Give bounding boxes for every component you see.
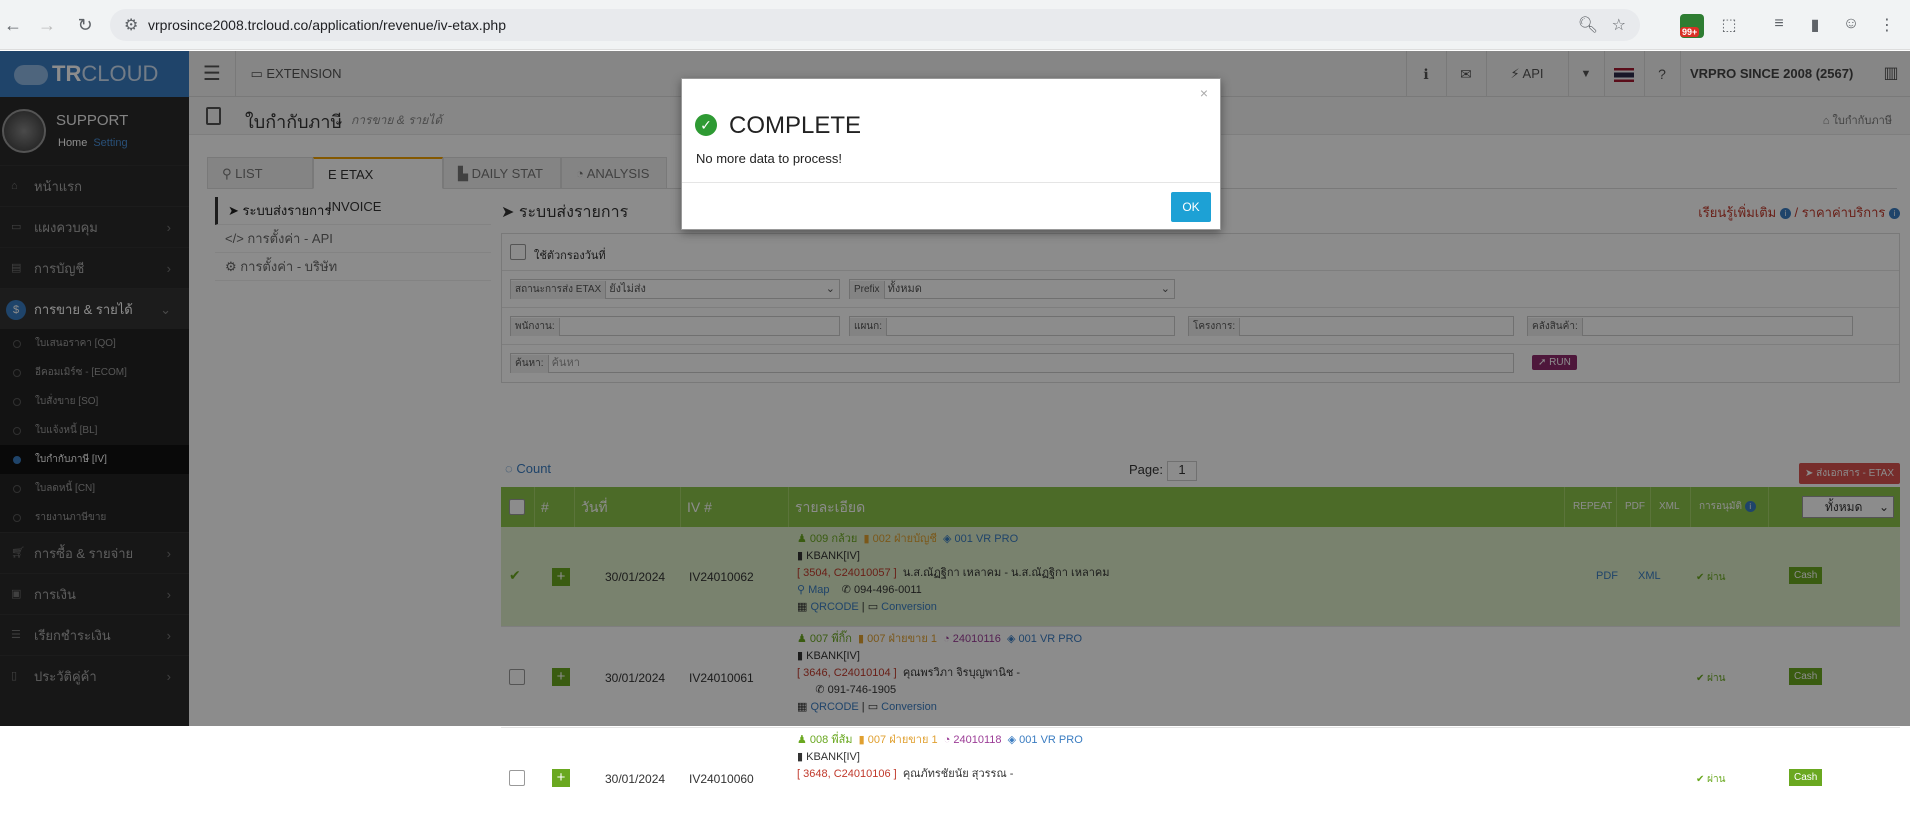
row-checkbox[interactable] (509, 770, 525, 786)
expand-plus-button[interactable]: + (552, 769, 570, 787)
cube-icon: ◈ (1007, 734, 1020, 746)
browser-toolbar: ← → ↻ ⚙ vrprosince2008.trcloud.co/applic… (0, 0, 1910, 50)
ok-button[interactable]: OK (1171, 192, 1211, 222)
book-icon: ▮ (858, 734, 868, 746)
profile-avatar-icon[interactable]: ☺ (1840, 15, 1862, 37)
check-circle-icon: ✓ (695, 114, 717, 136)
extension-badge-icon[interactable]: 99+ (1680, 14, 1704, 38)
extensions-puzzle-icon[interactable]: ⬚ (1718, 15, 1740, 37)
dialog-message: No more data to process! (696, 151, 842, 166)
url-text: vrprosince2008.trcloud.co/application/re… (148, 17, 506, 33)
media-icon[interactable]: ≡ (1768, 15, 1790, 37)
bookmark-star-icon[interactable]: ☆ (1612, 15, 1626, 35)
dialog-title: COMPLETE (729, 112, 862, 139)
back-icon[interactable]: ← (2, 14, 24, 36)
pie-icon: ◔ (943, 734, 954, 746)
side-panel-icon[interactable]: ▮ (1804, 15, 1826, 37)
approval-status: ✔ ผ่าน (1696, 774, 1726, 785)
row-detail: ♟ 008 พี่ส้ม ▮ 007 ฝ่ายขาย 1 ◔ 24010118 … (797, 734, 1083, 780)
reload-icon[interactable]: ↻ (74, 14, 96, 36)
kebab-menu-icon[interactable]: ⋮ (1876, 15, 1898, 37)
site-info-icon[interactable]: ⚙ (124, 15, 138, 35)
bank-icon: ▮ (797, 751, 807, 763)
table-row[interactable]: + 30/01/2024 IV24010060 ♟ 008 พี่ส้ม ▮ 0… (501, 728, 1900, 826)
complete-dialog: × ✓ COMPLETE No more data to process! OK (681, 78, 1221, 230)
forward-icon[interactable]: → (36, 14, 58, 36)
dialog-footer: OK (682, 182, 1220, 230)
address-bar[interactable]: ⚙ vrprosince2008.trcloud.co/application/… (110, 9, 1640, 41)
user-icon: ♟ (797, 734, 810, 746)
close-icon[interactable]: × (1200, 85, 1208, 101)
zoom-icon[interactable]: 🔍︎ (1578, 15, 1598, 35)
payment-badge[interactable]: Cash (1789, 769, 1823, 786)
